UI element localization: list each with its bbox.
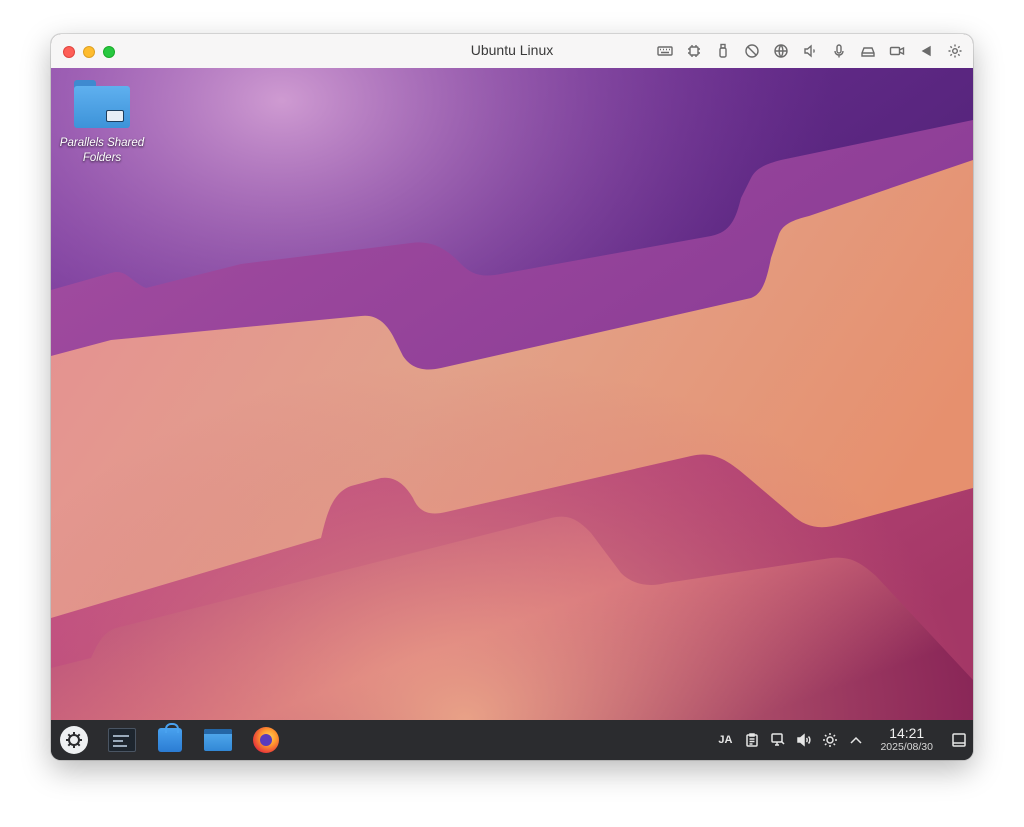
volume-tray-icon[interactable]	[796, 731, 812, 749]
no-camera-icon[interactable]	[742, 41, 762, 61]
keyboard-icon[interactable]	[655, 41, 675, 61]
desktop-icon-parallels-shared-folders[interactable]: Parallels Shared Folders	[57, 80, 147, 166]
network-status-icon[interactable]	[770, 731, 786, 749]
system-monitor-icon	[108, 728, 136, 752]
show-hidden-icons-chevron-up-icon[interactable]	[848, 731, 864, 749]
clock[interactable]: 14:21 2025/08/30	[880, 726, 933, 754]
taskbar: JA 14:21 2025/08/30	[51, 720, 973, 760]
usb-icon[interactable]	[713, 41, 733, 61]
app-launcher-button[interactable]	[57, 724, 91, 756]
software-store-icon	[158, 723, 182, 752]
brightness-icon[interactable]	[822, 731, 838, 749]
input-method-indicator[interactable]: JA	[716, 731, 734, 749]
software-store-button[interactable]	[153, 723, 187, 756]
play-left-icon[interactable]	[916, 41, 936, 61]
microphone-icon[interactable]	[829, 41, 849, 61]
titlebar-device-icons	[655, 41, 965, 61]
file-manager-icon	[204, 729, 232, 751]
desktop-area[interactable]: Parallels Shared Folders	[51, 68, 973, 720]
taskbar-apps	[57, 723, 283, 756]
system-tray: JA 14:21 2025/08/30	[716, 720, 967, 760]
vm-window: Ubuntu Linux Parallels Shared Folders JA…	[51, 34, 973, 760]
desktop-wallpaper	[51, 68, 973, 720]
drive-icon[interactable]	[858, 41, 878, 61]
network-icon[interactable]	[771, 41, 791, 61]
cpu-icon[interactable]	[684, 41, 704, 61]
title-bar[interactable]: Ubuntu Linux	[51, 34, 973, 69]
camera-icon[interactable]	[887, 41, 907, 61]
clipboard-icon[interactable]	[744, 731, 760, 749]
firefox-icon	[253, 727, 279, 753]
volume-icon[interactable]	[800, 41, 820, 61]
app-launcher-icon	[60, 726, 88, 754]
folder-icon	[74, 80, 130, 128]
clock-date: 2025/08/30	[880, 741, 933, 753]
clock-time: 14:21	[889, 725, 925, 741]
file-manager-button[interactable]	[201, 724, 235, 756]
firefox-button[interactable]	[249, 724, 283, 756]
system-monitor-button[interactable]	[105, 724, 139, 756]
settings-gear-icon[interactable]	[945, 41, 965, 61]
desktop-icon-label: Parallels Shared Folders	[59, 137, 145, 164]
show-desktop-icon[interactable]	[951, 731, 967, 749]
